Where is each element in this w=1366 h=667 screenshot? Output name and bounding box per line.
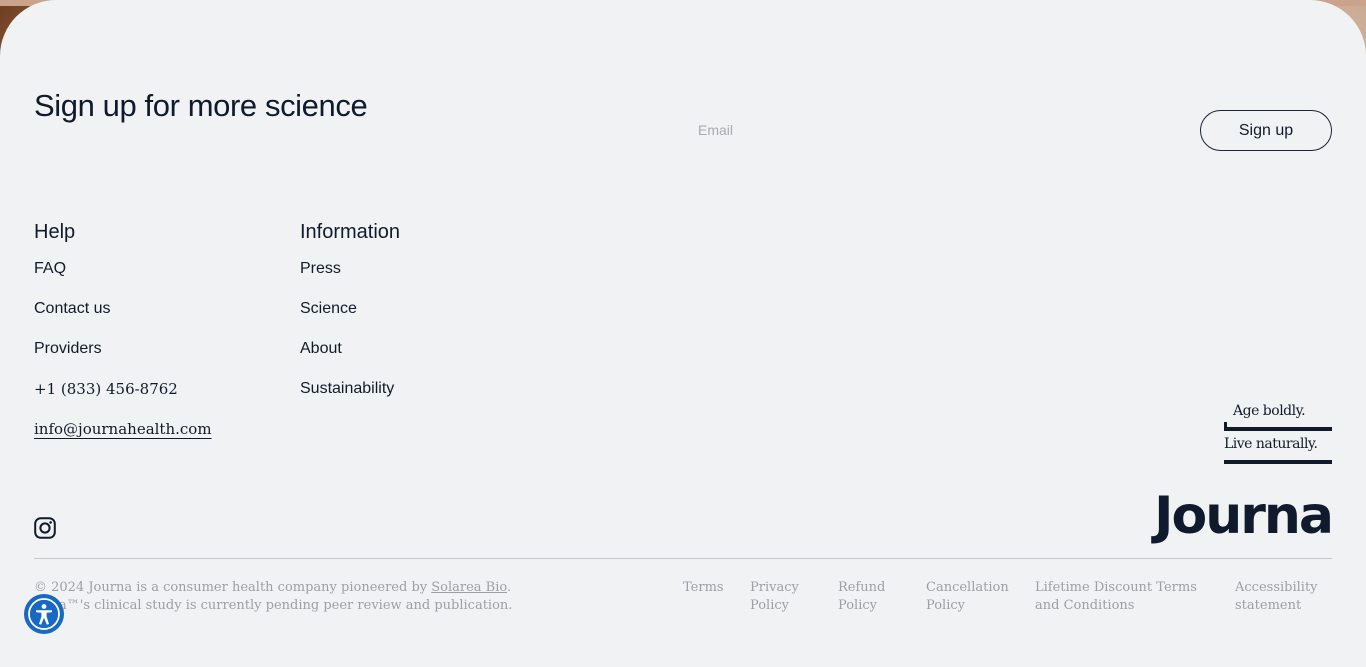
accessibility-button[interactable] — [24, 594, 64, 634]
terms-link[interactable]: Terms — [683, 579, 724, 597]
journa-logo: Journa — [1154, 486, 1334, 546]
instagram-icon[interactable] — [34, 517, 56, 539]
brand-tagline: Age boldly. Live naturally. — [1224, 403, 1332, 465]
science-link[interactable]: Science — [300, 299, 400, 319]
privacy-policy-link[interactable]: Privacy Policy — [750, 579, 810, 615]
site-footer: Sign up for more science Sign up Help FA… — [0, 0, 1366, 667]
phone-link[interactable]: +1 (833) 456-8762 — [34, 379, 212, 399]
tagline-age-boldly: Age boldly. — [1233, 403, 1306, 419]
accessibility-statement-link[interactable]: Accessibility statement — [1235, 579, 1335, 615]
help-column: Help FAQ Contact us Providers +1 (833) 4… — [34, 220, 212, 459]
cancellation-policy-link[interactable]: Cancellation Policy — [926, 579, 1016, 615]
tagline-underline — [1224, 427, 1332, 431]
accessibility-icon — [28, 598, 60, 630]
help-heading: Help — [34, 221, 76, 243]
signup-title: Sign up for more science — [34, 88, 368, 123]
tagline-live-naturally: Live naturally. — [1224, 436, 1318, 452]
email-link[interactable]: info@journahealth.com — [34, 419, 212, 439]
contact-us-link[interactable]: Contact us — [34, 299, 212, 319]
tagline-underline — [1224, 460, 1332, 464]
lifetime-discount-terms-link[interactable]: Lifetime Discount Terms and Conditions — [1035, 579, 1205, 615]
information-heading: Information — [300, 221, 401, 243]
footer-divider — [34, 558, 1332, 559]
providers-link[interactable]: Providers — [34, 339, 212, 359]
about-link[interactable]: About — [300, 339, 400, 359]
refund-policy-link[interactable]: Refund Policy — [838, 579, 898, 615]
signup-button[interactable]: Sign up — [1200, 110, 1332, 151]
faq-link[interactable]: FAQ — [34, 259, 212, 279]
email-input[interactable] — [698, 118, 1178, 142]
sustainability-link[interactable]: Sustainability — [300, 379, 400, 399]
press-link[interactable]: Press — [300, 259, 400, 279]
legal-links: Terms Privacy Policy Refund Policy Cance… — [0, 579, 1366, 619]
information-column: Information Press Science About Sustaina… — [300, 220, 400, 419]
